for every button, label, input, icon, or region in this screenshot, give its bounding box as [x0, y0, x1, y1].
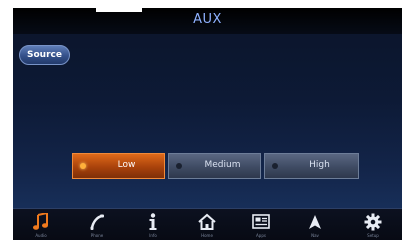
nav-label: Home	[201, 233, 213, 238]
nav-label: Nav	[311, 233, 319, 238]
indicator-dot	[272, 163, 278, 169]
nav-tab-home[interactable]: Home	[185, 209, 229, 240]
level-label: Medium	[204, 160, 241, 170]
nav-label: Info	[149, 233, 157, 238]
nav-label: Setup	[367, 233, 379, 238]
navigation-arrow-icon	[293, 212, 337, 232]
source-button[interactable]: Source	[19, 45, 70, 65]
indicator-dot	[176, 163, 182, 169]
apps-icon	[239, 212, 283, 232]
nav-tab-info[interactable]: Info	[131, 209, 175, 240]
level-medium-button[interactable]: Medium	[168, 153, 261, 179]
nav-label: Phone	[90, 233, 104, 238]
home-icon	[185, 212, 229, 232]
gear-icon	[351, 212, 395, 232]
nav-tab-apps[interactable]: Apps	[239, 209, 283, 240]
top-bar: AUX	[13, 8, 402, 34]
level-label: Low	[117, 160, 136, 170]
indicator-dot	[80, 163, 86, 169]
bottom-nav-bar: Audio Phone Info Home Apps Nav Setup	[13, 208, 402, 240]
head-unit-screen: AUX Source Low Medium High Audio Phone I…	[13, 8, 402, 240]
page-title: AUX	[193, 12, 222, 27]
nav-tab-phone[interactable]: Phone	[75, 209, 119, 240]
level-label: High	[309, 160, 330, 170]
level-high-button[interactable]: High	[264, 153, 359, 179]
phone-icon	[75, 212, 119, 232]
nav-label: Apps	[256, 233, 266, 238]
nav-tab-audio[interactable]: Audio	[19, 209, 63, 240]
nav-tab-nav[interactable]: Nav	[293, 209, 337, 240]
nav-tab-setup[interactable]: Setup	[351, 209, 395, 240]
info-icon	[131, 212, 175, 232]
nav-label: Audio	[35, 233, 47, 238]
music-note-icon	[19, 212, 63, 232]
level-low-button[interactable]: Low	[72, 153, 165, 179]
